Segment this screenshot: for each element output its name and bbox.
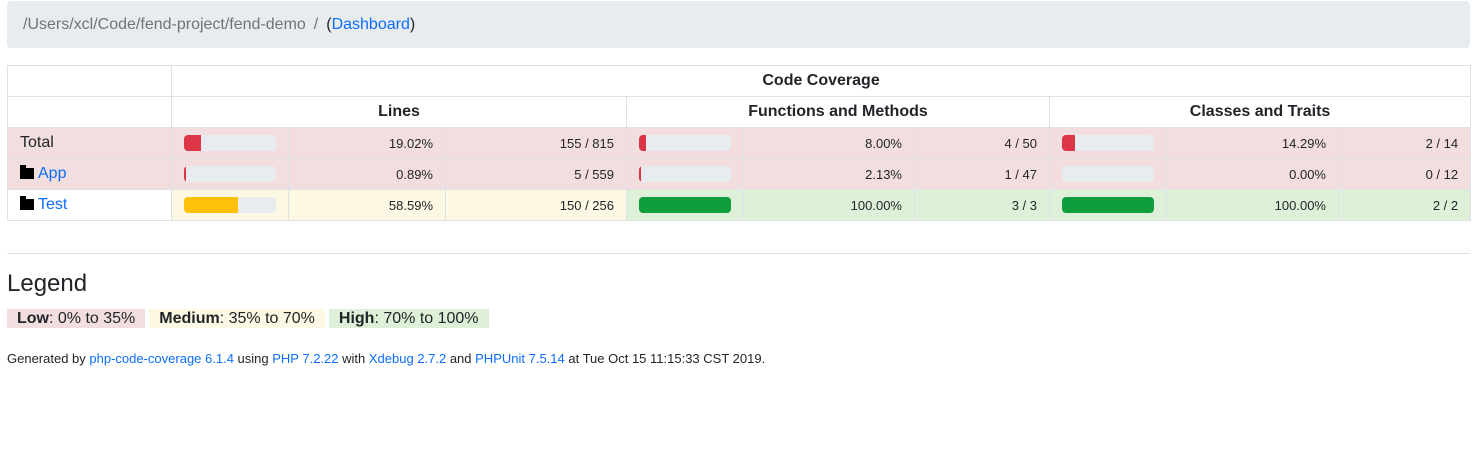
functions-progress-bar xyxy=(639,166,731,182)
classes-percent: 100.00% xyxy=(1166,189,1339,221)
classes-bar-cell xyxy=(1049,158,1167,190)
lines-progress-fill xyxy=(184,166,186,182)
table-row: App 0.89% 5 / 559 2.13% 1 / 47 0.00% 0 / 12 xyxy=(7,158,1472,190)
classes-percent: 14.29% xyxy=(1166,127,1339,159)
row-name-cell[interactable]: Test xyxy=(7,189,172,221)
classes-progress-bar xyxy=(1062,135,1154,151)
lines-progress-bar xyxy=(184,135,276,151)
lines-count: 150 / 256 xyxy=(445,189,627,221)
phpunit-link[interactable]: PHPUnit 7.5.14 xyxy=(475,351,565,366)
legend-low-range: : 0% to 35% xyxy=(49,310,136,327)
functions-bar-cell xyxy=(626,158,744,190)
legend-high-label: High xyxy=(338,310,375,327)
lines-count: 5 / 559 xyxy=(445,158,627,190)
lines-percent: 19.02% xyxy=(288,127,446,159)
breadcrumb: /Users/xcl/Code/fend-project/fend-demo /… xyxy=(7,1,1470,48)
footer-with: with xyxy=(338,351,369,366)
functions-progress-fill xyxy=(639,166,641,182)
lines-bar-cell xyxy=(171,158,289,190)
functions-count: 1 / 47 xyxy=(914,158,1050,190)
directory-link[interactable]: App xyxy=(38,165,66,182)
lines-bar-cell xyxy=(171,127,289,159)
footer-using: using xyxy=(233,351,273,366)
functions-progress-bar xyxy=(639,135,731,151)
corner-cell xyxy=(7,96,172,128)
classes-progress-fill xyxy=(1062,197,1154,213)
functions-percent: 2.13% xyxy=(743,158,915,190)
lines-count: 155 / 815 xyxy=(445,127,627,159)
classes-percent: 0.00% xyxy=(1166,158,1339,190)
classes-count: 2 / 14 xyxy=(1337,127,1472,159)
legend-high-range: : 70% to 100% xyxy=(374,310,479,327)
classes-progress-fill xyxy=(1062,135,1076,151)
functions-header: Functions and Methods xyxy=(626,96,1050,128)
lines-header: Lines xyxy=(171,96,627,128)
legend-high: High: 70% to 100% xyxy=(328,309,489,328)
lines-progress-bar xyxy=(184,166,276,182)
lines-percent: 58.59% xyxy=(288,189,446,221)
functions-bar-cell xyxy=(626,127,744,159)
php-link[interactable]: PHP 7.2.22 xyxy=(272,351,338,366)
functions-progress-bar xyxy=(639,197,731,213)
legend-medium-range: : 35% to 70% xyxy=(219,310,315,327)
classes-progress-bar xyxy=(1062,166,1154,182)
footer: Generated by php-code-coverage 6.1.4 usi… xyxy=(7,351,765,366)
lines-bar-cell xyxy=(171,189,289,221)
classes-count: 0 / 12 xyxy=(1337,158,1472,190)
functions-progress-fill xyxy=(639,135,647,151)
legend-low-label: Low xyxy=(17,310,49,327)
row-name-cell[interactable]: App xyxy=(7,158,172,190)
classes-count: 2 / 2 xyxy=(1337,189,1472,221)
lines-progress-fill xyxy=(184,197,238,213)
row-name-cell: Total xyxy=(7,127,172,159)
footer-timestamp: at Tue Oct 15 11:15:33 CST 2019. xyxy=(564,351,766,366)
folder-icon xyxy=(20,165,34,179)
dashboard-link[interactable]: Dashboard xyxy=(332,16,410,34)
functions-progress-fill xyxy=(639,197,731,213)
legend-medium: Medium: 35% to 70% xyxy=(149,309,325,328)
breadcrumb-path: /Users/xcl/Code/fend-project/fend-demo xyxy=(23,15,306,33)
divider xyxy=(7,253,1470,254)
classes-bar-cell xyxy=(1049,189,1167,221)
classes-header: Classes and Traits xyxy=(1048,96,1472,128)
functions-count: 3 / 3 xyxy=(914,189,1050,221)
legend: Low: 0% to 35% Medium: 35% to 70% High: … xyxy=(7,309,489,328)
lines-progress-fill xyxy=(184,135,202,151)
functions-percent: 100.00% xyxy=(743,189,915,221)
corner-cell xyxy=(7,65,172,97)
table-row: Test 58.59% 150 / 256 100.00% 3 / 3 100.00% 2 … xyxy=(7,189,1472,221)
footer-generated-by: Generated by xyxy=(7,351,90,366)
functions-percent: 8.00% xyxy=(743,127,915,159)
lines-progress-bar xyxy=(184,197,276,213)
footer-and: and xyxy=(446,351,476,366)
legend-low: Low: 0% to 35% xyxy=(7,309,146,328)
php-code-coverage-link[interactable]: php-code-coverage 6.1.4 xyxy=(89,351,234,366)
coverage-table: Code Coverage Lines Functions and Method… xyxy=(7,65,1472,221)
breadcrumb-close-paren: ) xyxy=(409,15,416,33)
legend-title: Legend xyxy=(7,270,88,297)
functions-bar-cell xyxy=(626,189,744,221)
breadcrumb-separator: / xyxy=(313,15,319,33)
xdebug-link[interactable]: Xdebug 2.7.2 xyxy=(369,351,446,366)
folder-icon xyxy=(20,196,34,210)
classes-bar-cell xyxy=(1049,127,1167,159)
legend-medium-label: Medium xyxy=(159,310,220,327)
directory-link[interactable]: Test xyxy=(38,196,67,213)
functions-count: 4 / 50 xyxy=(914,127,1050,159)
classes-progress-bar xyxy=(1062,197,1154,213)
code-coverage-header: Code Coverage xyxy=(170,65,1472,97)
lines-percent: 0.89% xyxy=(288,158,446,190)
table-row: Total 19.02% 155 / 815 8.00% 4 / 50 14.29% 2 /… xyxy=(7,127,1472,159)
